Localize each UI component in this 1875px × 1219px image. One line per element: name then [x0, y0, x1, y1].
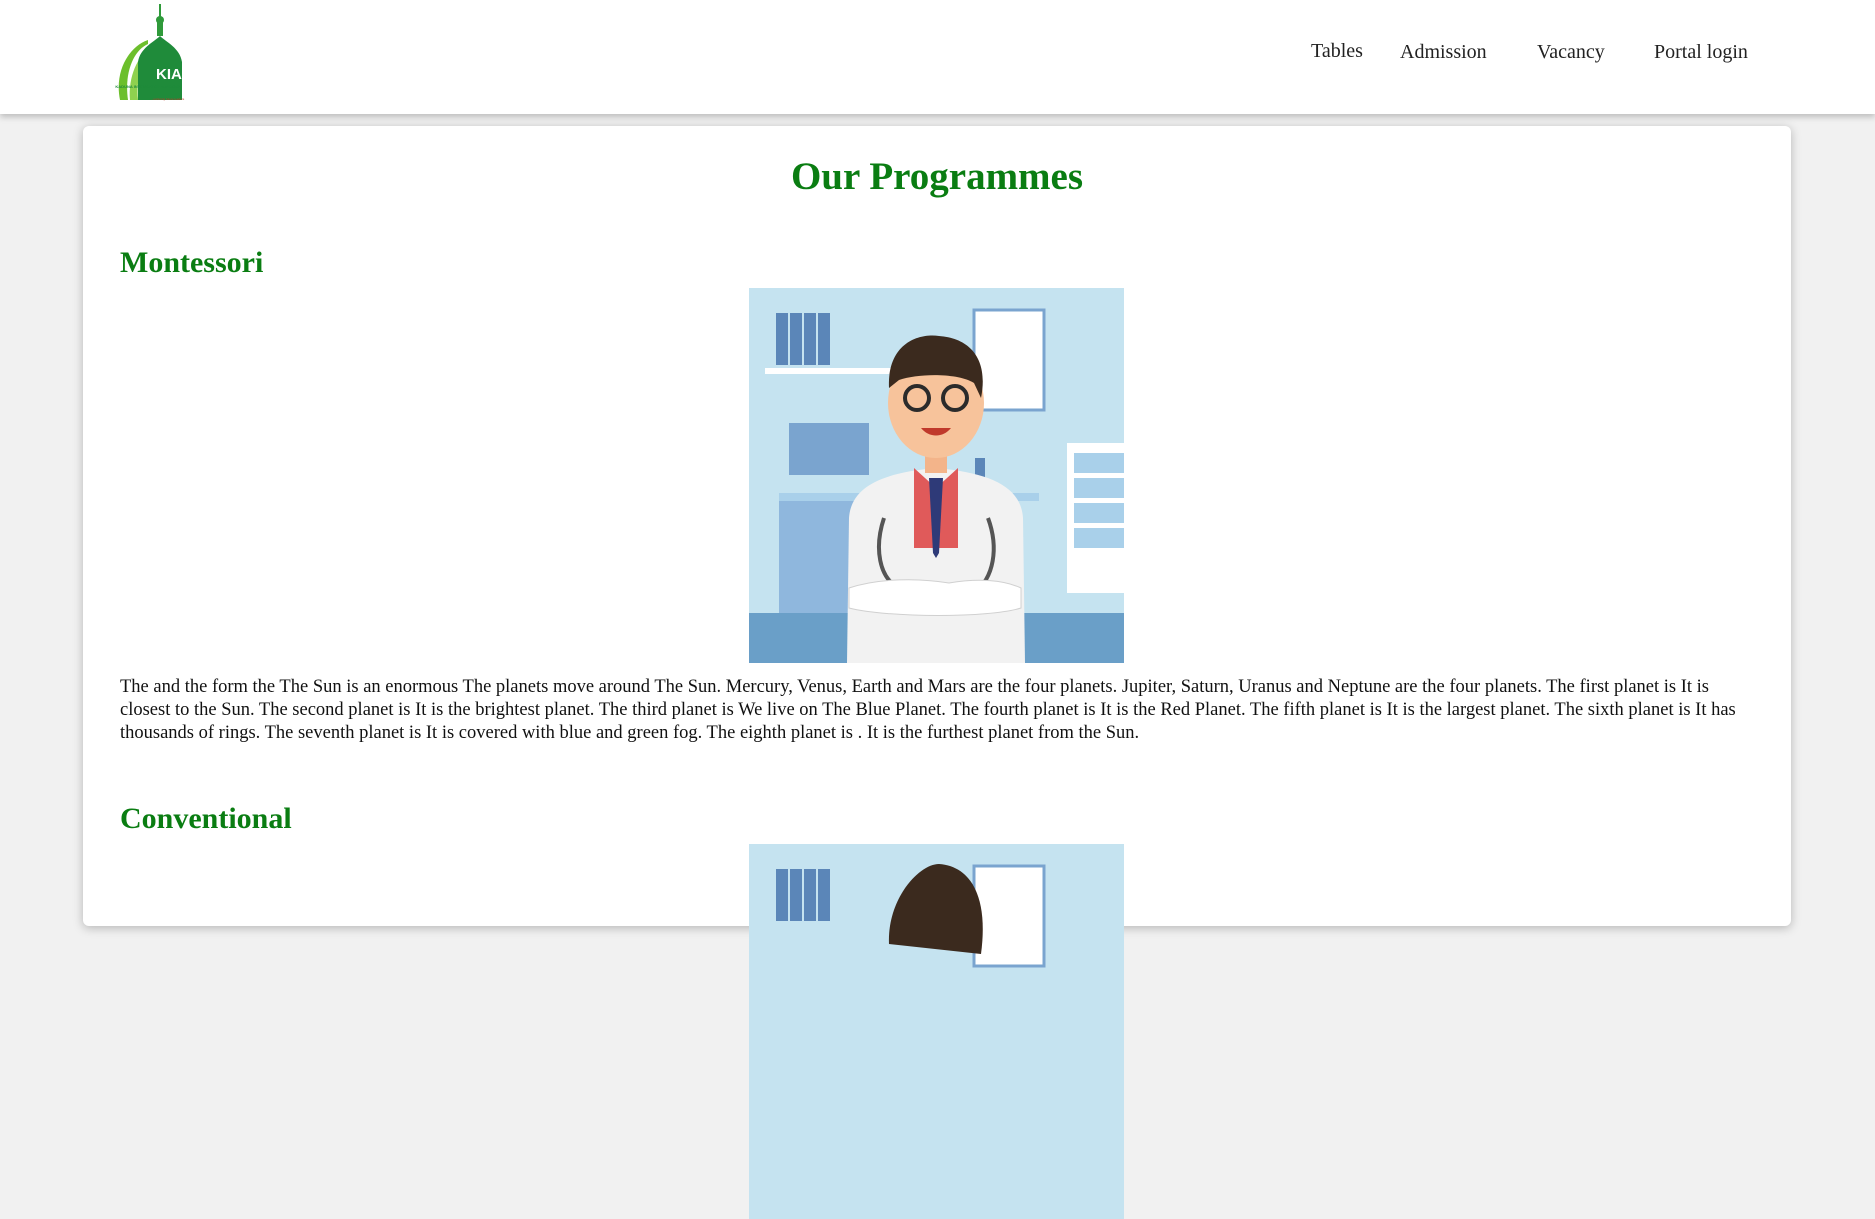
logo-motto: ...nurturing future leaders — [150, 97, 185, 101]
logo-link[interactable]: KIA KADUNA INTEGRATED ACADEMY ...nurturi… — [0, 0, 200, 110]
nav-tables[interactable]: Tables — [1311, 40, 1363, 63]
nav-portal-login[interactable]: Portal login — [1654, 41, 1748, 64]
page-title: Our Programmes — [790, 155, 1084, 198]
doctor-illustration-icon — [749, 288, 1124, 663]
section-heading-conventional: Conventional — [120, 802, 292, 835]
top-navbar: KIA KADUNA INTEGRATED ACADEMY ...nurturi… — [0, 0, 1875, 114]
nav-admission[interactable]: Admission — [1400, 41, 1487, 64]
montessori-description: The and the form the The Sun is an enorm… — [120, 677, 1736, 743]
doctor-illustration-icon — [749, 844, 1124, 1219]
section-heading-montessori: Montessori — [120, 246, 264, 279]
logo-school-name: KADUNA INTEGRATED ACADEMY — [115, 84, 181, 89]
nav-vacancy[interactable]: Vacancy — [1537, 41, 1605, 64]
logo-initials: KIA — [156, 66, 182, 83]
programmes-card: Our Programmes Montessori The and the fo… — [83, 126, 1791, 1219]
